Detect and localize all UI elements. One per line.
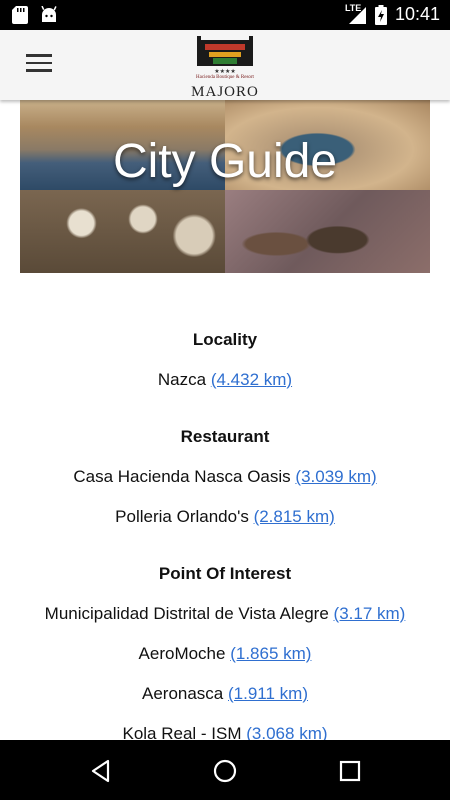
hero-photo-skulls	[20, 190, 225, 273]
brand-logo: ★★★★ Hacienda Boutique & Resort MAJORO	[185, 36, 265, 100]
sd-card-icon	[12, 6, 28, 24]
distance-link[interactable]: (1.911 km)	[228, 684, 308, 703]
distance-link[interactable]: (3.039 km)	[295, 467, 376, 486]
distance-link[interactable]: (2.815 km)	[254, 507, 335, 526]
home-icon[interactable]	[212, 758, 238, 784]
clock: 10:41	[394, 4, 440, 24]
list-item: Casa Hacienda Nasca Oasis (3.039 km)	[0, 465, 450, 489]
city-guide-list: Locality Nazca (4.432 km) Restaurant Cas…	[0, 328, 450, 746]
section-restaurant: Restaurant Casa Hacienda Nasca Oasis (3.…	[0, 425, 450, 529]
logo-brand-name: MAJORO	[191, 84, 259, 100]
hero-title: City Guide	[112, 135, 338, 188]
place-name: Aeronasca	[141, 684, 224, 703]
battery-icon	[374, 4, 387, 25]
distance-link[interactable]: (1.865 km)	[230, 644, 311, 663]
section-title: Point Of Interest	[158, 564, 292, 583]
place-name: Polleria Orlando's	[115, 507, 249, 526]
list-item: Municipalidad Distrital de Vista Alegre …	[0, 602, 450, 626]
section-locality: Locality Nazca (4.432 km)	[0, 328, 450, 392]
recents-icon[interactable]	[337, 758, 363, 784]
list-item: Nazca (4.432 km)	[0, 368, 450, 392]
logo-emblem-icon: ★★★★	[197, 36, 253, 74]
list-item: Aeronasca (1.911 km)	[0, 682, 450, 706]
place-name: Nazca	[157, 370, 207, 389]
section-title: Locality	[192, 330, 258, 349]
distance-link[interactable]: (4.432 km)	[211, 370, 292, 389]
logo-tagline: Hacienda Boutique & Resort	[196, 75, 254, 80]
back-icon[interactable]	[88, 758, 114, 784]
android-icon	[41, 6, 57, 22]
navigation-bar	[0, 740, 450, 800]
list-item: Polleria Orlando's (2.815 km)	[0, 505, 450, 529]
hamburger-menu-icon[interactable]	[26, 54, 52, 74]
place-name: AeroMoche	[138, 644, 226, 663]
svg-text:★★★★: ★★★★	[214, 68, 236, 74]
section-point-of-interest: Point Of Interest Municipalidad Distrita…	[0, 562, 450, 746]
distance-link[interactable]: (3.17 km)	[334, 604, 406, 623]
signal-icon	[348, 6, 366, 24]
hero-photo-sea-lions	[225, 190, 430, 273]
list-item: AeroMoche (1.865 km)	[0, 642, 450, 666]
section-title: Restaurant	[180, 427, 270, 446]
hero-banner: City Guide	[20, 100, 430, 273]
status-bar: LTE 10:41	[0, 0, 450, 30]
place-name: Municipalidad Distrital de Vista Alegre	[44, 604, 329, 623]
place-name: Casa Hacienda Nasca Oasis	[73, 467, 291, 486]
